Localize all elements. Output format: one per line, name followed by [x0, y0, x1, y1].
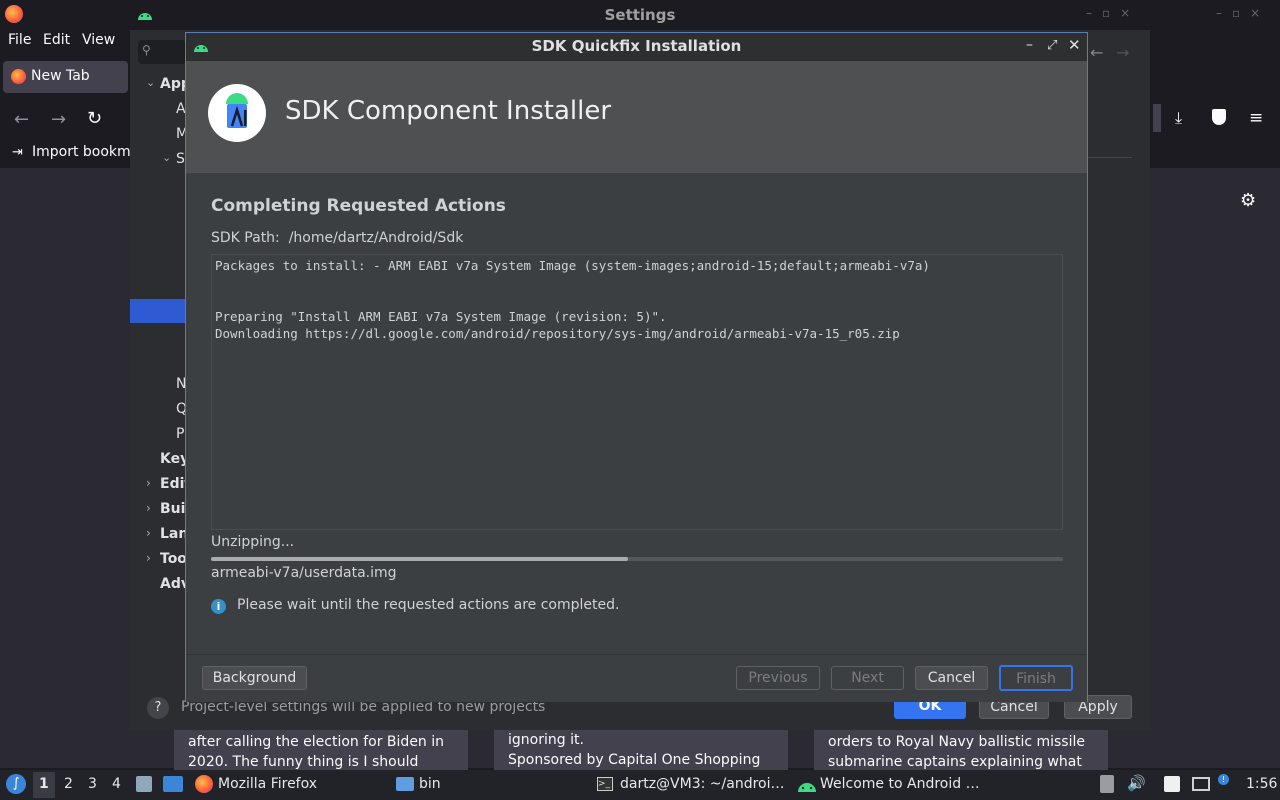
tab-new-tab[interactable]: New Tab	[3, 61, 128, 93]
chevron-right-icon[interactable]: ›	[146, 501, 151, 515]
divider	[1088, 157, 1132, 158]
taskbar-app-bin[interactable]: bin	[419, 776, 441, 792]
chevron-right-icon[interactable]: ›	[146, 551, 151, 565]
news-card[interactable]: after calling the election for Biden in …	[174, 730, 468, 770]
chevron-right-icon[interactable]: ›	[146, 476, 151, 490]
firefox-logo-icon	[5, 5, 23, 23]
news-card-line: orders to Royal Navy ballistic missile	[828, 734, 1085, 750]
settings-selected-item[interactable]	[130, 299, 186, 323]
workspace-4[interactable]: 4	[112, 776, 121, 792]
sidebar-subitem[interactable]: S	[176, 151, 185, 167]
workspace-3[interactable]: 3	[88, 776, 97, 792]
file-manager-icon[interactable]	[136, 776, 152, 792]
menu-file[interactable]: File	[8, 32, 31, 48]
current-file: armeabi-v7a/userdata.img	[211, 565, 397, 581]
clipboard-icon[interactable]	[1100, 775, 1114, 793]
install-log[interactable]	[211, 254, 1063, 530]
help-icon[interactable]: ?	[147, 697, 169, 719]
progress-fill	[211, 557, 629, 561]
news-card-line: after calling the election for Biden in	[188, 734, 445, 750]
log-line: Packages to install: - ARM EABI v7a Syst…	[215, 258, 930, 273]
import-bookmarks-link[interactable]: Import bookma	[32, 144, 139, 160]
notification-icon[interactable]: !	[1218, 774, 1229, 785]
news-card[interactable]: orders to Royal Navy ballistic missile s…	[814, 730, 1108, 770]
dialog-title: SDK Quickfix Installation	[531, 37, 742, 55]
downloads-icon[interactable]: ⤓	[1175, 108, 1182, 128]
chevron-down-icon[interactable]: ⌄	[146, 76, 155, 89]
sdk-path-value: /home/dartz/Android/Sdk	[288, 230, 464, 246]
menu-view[interactable]: View	[82, 32, 115, 48]
log-line: Preparing "Install ARM EABI v7a System I…	[215, 309, 667, 324]
workspace-1[interactable]: 1	[39, 776, 49, 792]
forward-icon[interactable]: →	[51, 109, 66, 130]
search-icon: ⚲	[142, 43, 151, 57]
reload-icon[interactable]: ↻	[87, 108, 102, 129]
maximize-icon[interactable]: ⤢	[1047, 38, 1057, 53]
info-message: Please wait until the requested actions …	[237, 597, 620, 613]
background-button[interactable]: Background	[202, 666, 307, 690]
tab-label: New Tab	[31, 68, 90, 84]
ublock-icon[interactable]	[1212, 109, 1226, 125]
sdk-path-label: SDK Path:	[211, 230, 280, 246]
taskbar-app-android-studio[interactable]: Welcome to Android …	[820, 776, 980, 792]
settings-window-controls[interactable]: –▫×	[1086, 6, 1140, 20]
news-card-line: 2020. The funny thing is I should have…	[188, 754, 419, 770]
network-icon[interactable]	[1192, 777, 1210, 791]
news-card-line: Sponsored by Capital One Shopping	[508, 752, 761, 768]
notes-icon[interactable]	[1164, 776, 1180, 792]
gear-icon[interactable]: ⚙	[1240, 190, 1256, 211]
folder-icon	[396, 777, 414, 791]
section-title: Completing Requested Actions	[211, 196, 506, 216]
finish-button[interactable]: Finish	[999, 665, 1073, 691]
forward-arrow-icon[interactable]: →	[1116, 43, 1129, 62]
start-menu-icon[interactable]: ∫	[6, 774, 26, 794]
cancel-button[interactable]: Cancel	[915, 666, 988, 690]
back-icon[interactable]: ←	[14, 109, 29, 130]
taskbar-app-terminal[interactable]: dartz@VM3: ~/androi…	[620, 776, 784, 792]
firefox-menubar: File Edit View	[0, 30, 130, 54]
terminal-icon: >_	[597, 777, 613, 791]
workspace-2[interactable]: 2	[64, 776, 73, 792]
sidebar-item-tools[interactable]: Too	[160, 551, 187, 567]
minimize-icon[interactable]: –	[1026, 37, 1033, 53]
chevron-right-icon[interactable]: ›	[146, 526, 151, 540]
urlbar-edge	[1153, 104, 1161, 132]
news-card-line: submarine captains explaining what to …	[828, 754, 1082, 770]
back-arrow-icon[interactable]: ←	[1090, 43, 1103, 62]
menu-edit[interactable]: Edit	[43, 32, 70, 48]
firefox-taskbar-icon	[195, 775, 213, 793]
chevron-down-icon[interactable]: ⌄	[162, 151, 171, 164]
next-button[interactable]: Next	[831, 666, 904, 690]
desktop-icon[interactable]	[163, 776, 183, 792]
sdk-path: SDK Path: /home/dartz/Android/Sdk	[211, 230, 463, 246]
settings-window-title: Settings	[604, 6, 676, 24]
android-icon	[796, 779, 818, 796]
news-card[interactable]: ignoring it. Sponsored by Capital One Sh…	[494, 730, 788, 770]
bookmarks-toolbar: ⇥ Import bookma	[0, 142, 139, 164]
log-line: Downloading https://dl.google.com/androi…	[215, 326, 900, 341]
taskbar-app-firefox[interactable]: Mozilla Firefox	[218, 776, 317, 792]
volume-icon[interactable]: 🔊	[1127, 774, 1146, 792]
previous-button[interactable]: Previous	[736, 666, 820, 690]
close-icon[interactable]: ✕	[1068, 36, 1081, 54]
sidebar-subitem[interactable]: P	[176, 426, 184, 442]
hamburger-menu-icon[interactable]: ≡	[1249, 108, 1263, 128]
android-studio-logo-icon	[208, 84, 266, 142]
info-icon: i	[211, 599, 226, 614]
import-icon: ⇥	[12, 145, 23, 160]
news-card-line: ignoring it.	[508, 732, 584, 748]
dialog-heading: SDK Component Installer	[285, 96, 612, 126]
clock: 1:56	[1246, 776, 1278, 792]
firefox-tab-icon	[11, 69, 26, 84]
status-text: Unzipping...	[211, 534, 295, 550]
firefox-window-controls[interactable]: –▫×	[1216, 6, 1270, 20]
settings-search-input[interactable]: ⚲	[138, 40, 186, 64]
